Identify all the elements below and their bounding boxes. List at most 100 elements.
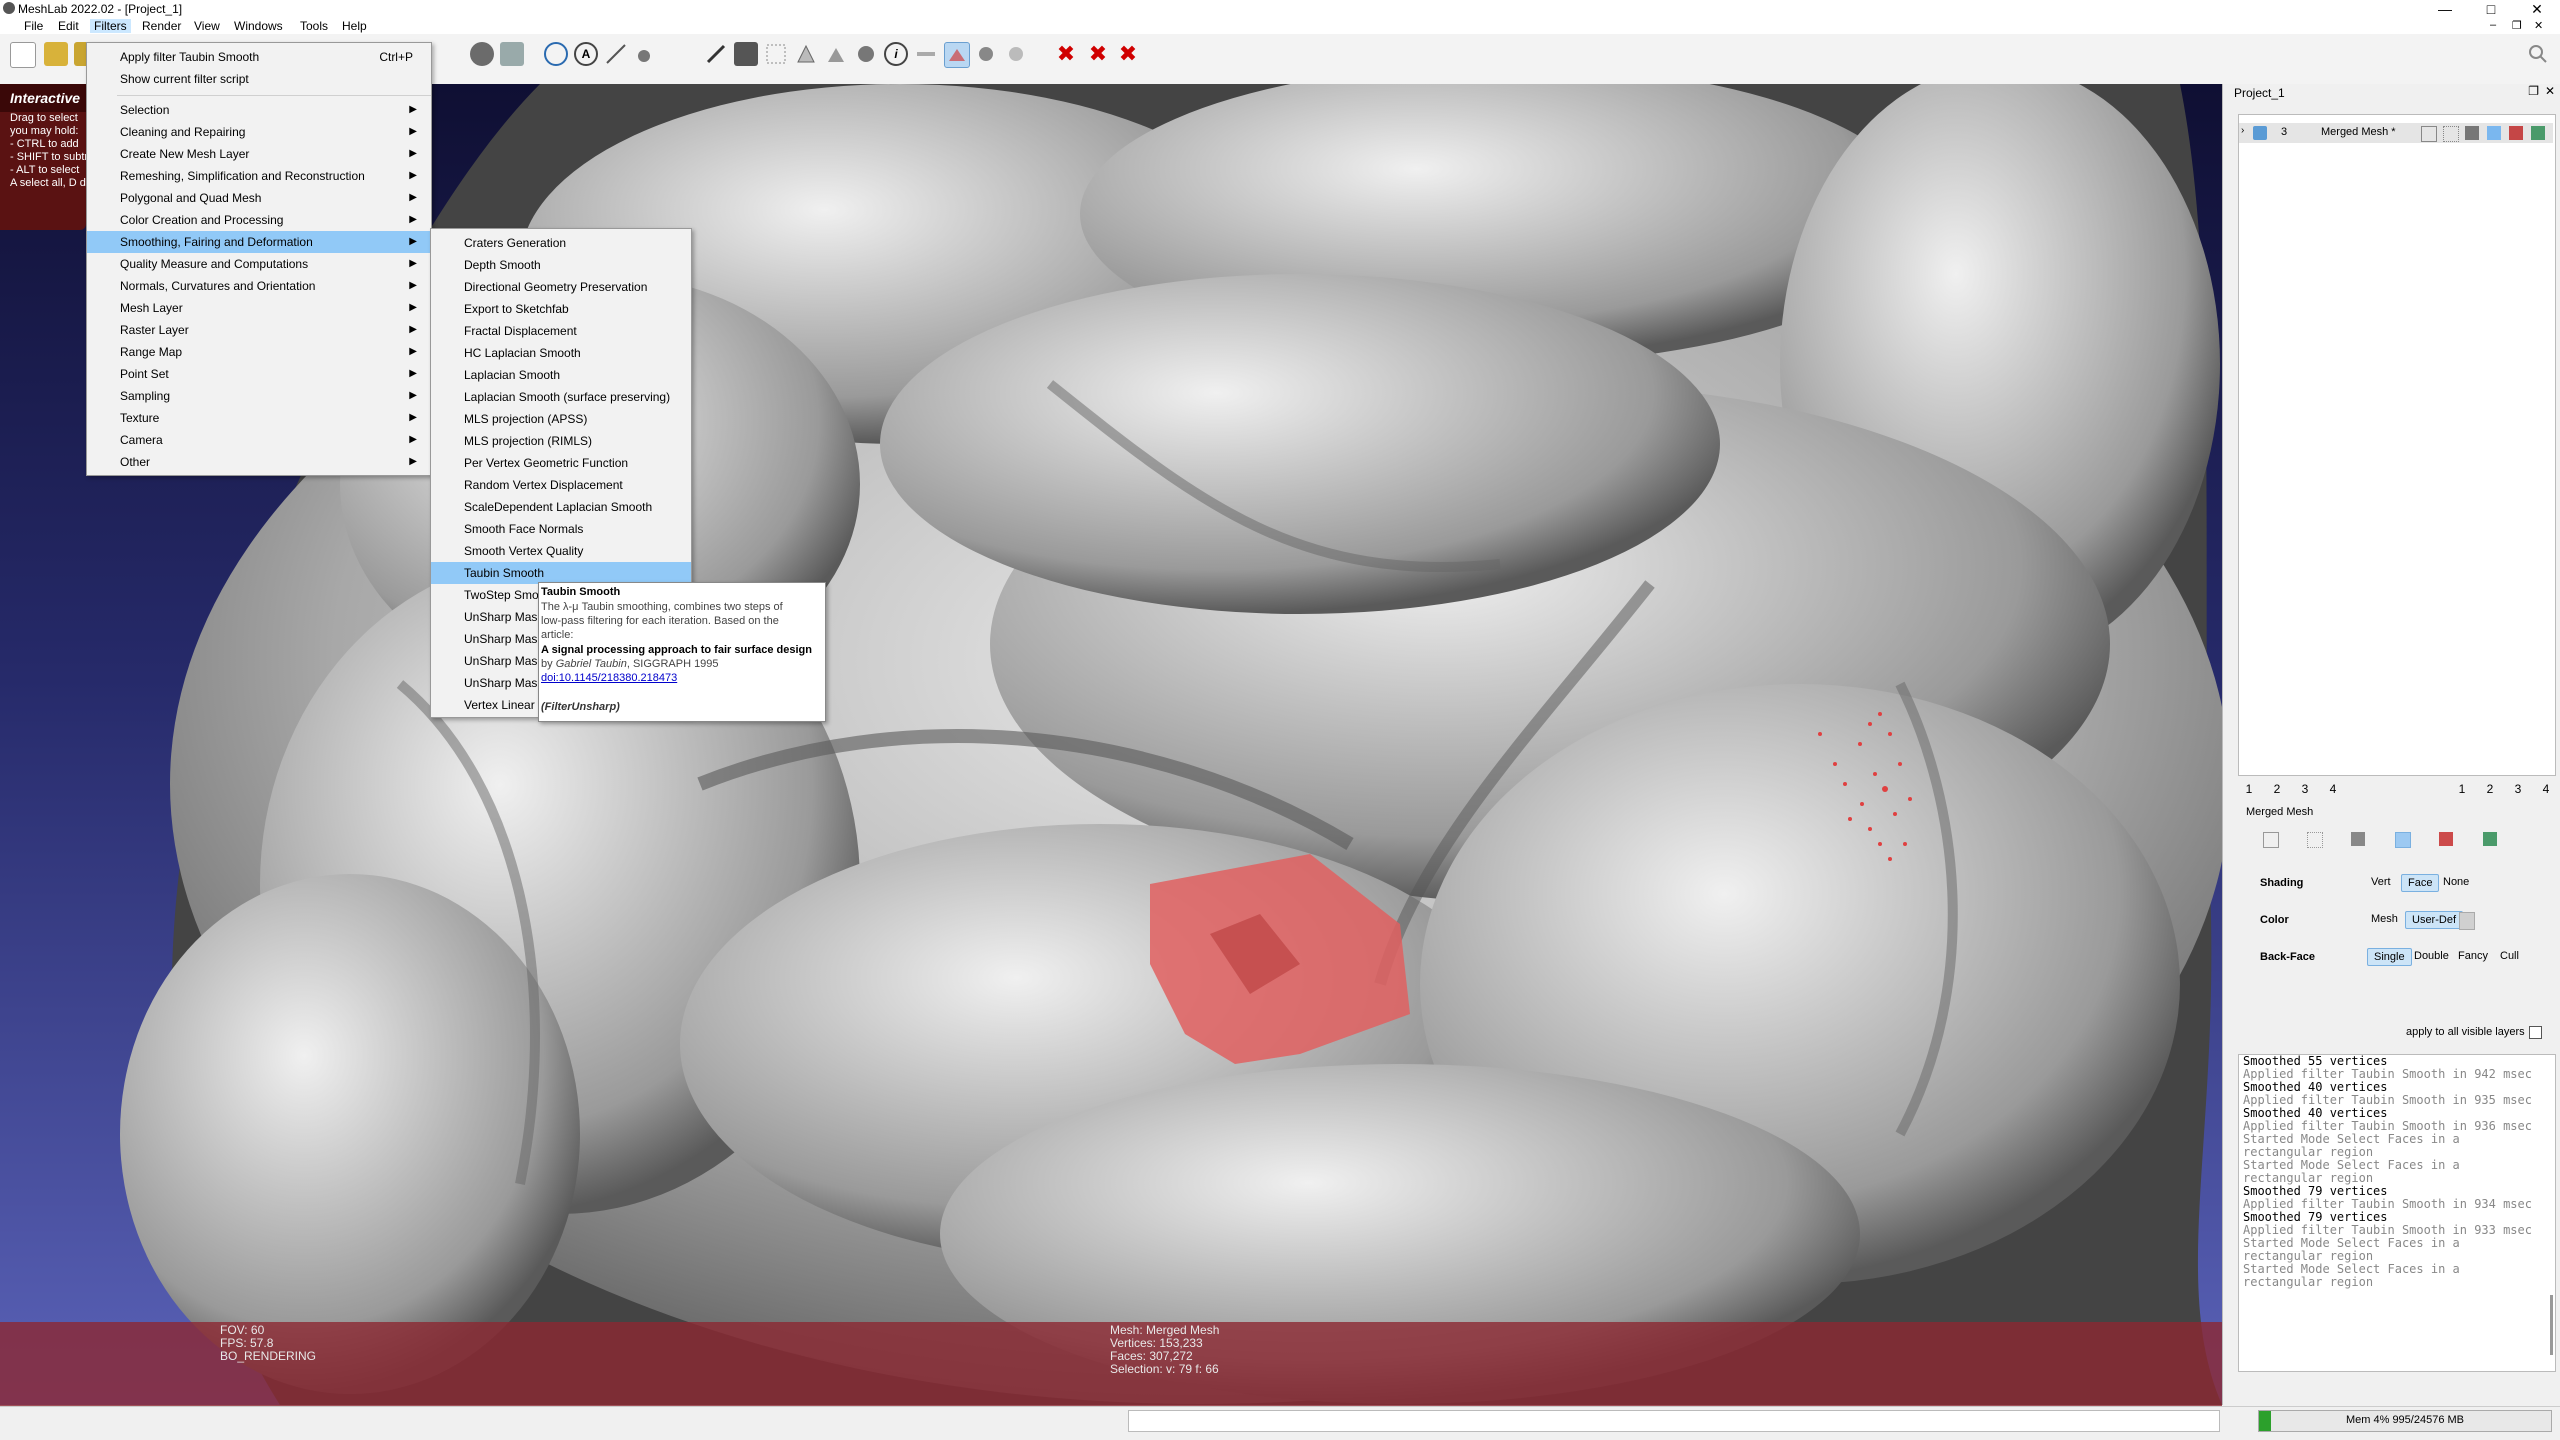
measure-icon[interactable]	[604, 42, 628, 66]
bbox-render-icon[interactable]	[2263, 832, 2279, 848]
paint-icon[interactable]	[634, 42, 658, 66]
new-project-icon[interactable]	[10, 42, 36, 68]
submenu-item[interactable]: Depth Smooth	[431, 254, 691, 276]
wireframe-icon[interactable]	[2465, 126, 2479, 140]
delete-selected-faces-icon[interactable]: ✖	[1054, 42, 1078, 66]
view-button-r2[interactable]: 2	[2479, 780, 2501, 798]
solid-icon[interactable]	[2487, 126, 2501, 140]
shading-none[interactable]: None	[2437, 874, 2475, 890]
texture-overlay-icon[interactable]	[2483, 832, 2497, 846]
inner-close-button[interactable]: ✕	[2530, 19, 2547, 32]
select-faces-rect-icon[interactable]	[944, 42, 970, 68]
select-z-painting-icon[interactable]	[1004, 42, 1028, 66]
menu-category-cleaning[interactable]: Cleaning and Repairing ▶	[87, 121, 431, 143]
open-project-icon[interactable]	[44, 42, 68, 66]
points-icon[interactable]	[2443, 126, 2459, 142]
menu-category-mesh-layer[interactable]: Mesh Layer ▶	[87, 297, 431, 319]
selection-render-icon[interactable]	[2509, 126, 2523, 140]
view-button-2[interactable]: 2	[2266, 780, 2288, 798]
menu-category-texture[interactable]: Texture ▶	[87, 407, 431, 429]
backface-single[interactable]: Single	[2367, 948, 2412, 966]
select-faces-icon[interactable]	[794, 42, 818, 66]
menu-windows[interactable]: Windows	[230, 19, 287, 33]
bbox-icon[interactable]	[2421, 126, 2437, 142]
view-button-r1[interactable]: 1	[2451, 780, 2473, 798]
texture-icon[interactable]	[734, 42, 758, 66]
shading-vert[interactable]: Vert	[2365, 874, 2397, 890]
inner-restore-button[interactable]: ❐	[2508, 19, 2526, 32]
view-button-r3[interactable]: 3	[2507, 780, 2529, 798]
pick-points-icon[interactable]	[854, 42, 878, 66]
menu-category-quality[interactable]: Quality Measure and Computations ▶	[87, 253, 431, 275]
brush-icon[interactable]	[704, 42, 728, 66]
minimize-button[interactable]: —	[2422, 0, 2468, 18]
menu-file[interactable]: File	[20, 19, 47, 33]
menu-edit[interactable]: Edit	[54, 19, 83, 33]
info-icon[interactable]: i	[884, 42, 908, 66]
submenu-item[interactable]: MLS projection (APSS)	[431, 408, 691, 430]
menu-category-other[interactable]: Other ▶	[87, 451, 431, 473]
submenu-item[interactable]: Directional Geometry Preservation	[431, 276, 691, 298]
submenu-item-taubin-smooth[interactable]: Taubin Smooth	[431, 562, 691, 584]
maximize-button[interactable]: □	[2468, 0, 2514, 18]
select-vertex-icon[interactable]	[974, 42, 998, 66]
view-button-3[interactable]: 3	[2294, 780, 2316, 798]
show-filter-script-item[interactable]: Show current filter script	[87, 68, 431, 90]
selection-overlay-icon[interactable]	[2439, 832, 2453, 846]
visibility-eye-icon[interactable]	[2253, 126, 2267, 140]
view-button-4[interactable]: 4	[2322, 780, 2344, 798]
submenu-item[interactable]: ScaleDependent Laplacian Smooth	[431, 496, 691, 518]
wire-render-icon[interactable]	[2351, 832, 2365, 846]
submenu-item[interactable]: Smooth Vertex Quality	[431, 540, 691, 562]
texture-render-icon[interactable]	[2531, 126, 2545, 140]
submenu-item[interactable]: HC Laplacian Smooth	[431, 342, 691, 364]
submenu-item[interactable]: Smooth Face Normals	[431, 518, 691, 540]
backface-fancy[interactable]: Fancy	[2452, 948, 2494, 964]
menu-category-remeshing[interactable]: Remeshing, Simplification and Reconstruc…	[87, 165, 431, 187]
align-icon[interactable]	[914, 42, 938, 66]
submenu-item[interactable]: Per Vertex Geometric Function	[431, 452, 691, 474]
menu-category-sampling[interactable]: Sampling ▶	[87, 385, 431, 407]
panel-close-icon[interactable]: ✕	[2545, 84, 2555, 98]
submenu-item[interactable]: Random Vertex Displacement	[431, 474, 691, 496]
submenu-item[interactable]: Export to Sketchfab	[431, 298, 691, 320]
close-button[interactable]: ✕	[2514, 0, 2560, 18]
backface-double[interactable]: Double	[2408, 948, 2455, 964]
menu-category-smoothing[interactable]: Smoothing, Fairing and Deformation ▶	[87, 231, 431, 253]
layer-name[interactable]: Merged Mesh *	[2321, 126, 2396, 138]
delete-selected-vertices-icon[interactable]: ✖	[1086, 42, 1110, 66]
shading-face[interactable]: Face	[2401, 874, 2440, 892]
menu-category-range-map[interactable]: Range Map ▶	[87, 341, 431, 363]
annotation-icon[interactable]: A	[574, 42, 598, 66]
search-icon[interactable]	[2526, 42, 2550, 66]
menu-category-create-mesh[interactable]: Create New Mesh Layer ▶	[87, 143, 431, 165]
menu-category-raster-layer[interactable]: Raster Layer ▶	[87, 319, 431, 341]
menu-category-polygonal[interactable]: Polygonal and Quad Mesh ▶	[87, 187, 431, 209]
submenu-item[interactable]: Laplacian Smooth (surface preserving)	[431, 386, 691, 408]
menu-category-normals[interactable]: Normals, Curvatures and Orientation ▶	[87, 275, 431, 297]
menu-category-selection[interactable]: Selection ▶	[87, 99, 431, 121]
menu-category-color[interactable]: Color Creation and Processing ▶	[87, 209, 431, 231]
menu-tools[interactable]: Tools	[296, 19, 332, 33]
panel-float-icon[interactable]: ❐	[2528, 84, 2539, 98]
submenu-item[interactable]: Laplacian Smooth	[431, 364, 691, 386]
menu-help[interactable]: Help	[338, 19, 371, 33]
delete-selected-faces-vertices-icon[interactable]: ✖	[1116, 42, 1140, 66]
globe-icon[interactable]	[544, 42, 568, 66]
menu-view[interactable]: View	[190, 19, 224, 33]
apply-filter-item[interactable]: Apply filter Taubin Smooth Ctrl+P	[87, 46, 431, 68]
inner-minimize-button[interactable]: –	[2486, 19, 2500, 31]
select-vertices-icon[interactable]	[764, 42, 788, 66]
color-user-def[interactable]: User-Def	[2405, 911, 2464, 929]
expand-arrow-icon[interactable]: ›	[2241, 125, 2244, 136]
menu-category-point-set[interactable]: Point Set ▶	[87, 363, 431, 385]
light-icon[interactable]	[500, 42, 524, 66]
render-mode-icon[interactable]	[470, 42, 494, 66]
select-connected-icon[interactable]	[824, 42, 848, 66]
menu-render[interactable]: Render	[138, 19, 185, 33]
tooltip-doi-link[interactable]: doi:10.1145/218380.218473	[541, 671, 677, 685]
fill-render-icon[interactable]	[2395, 832, 2411, 848]
backface-cull[interactable]: Cull	[2494, 948, 2525, 964]
submenu-item[interactable]: Fractal Displacement	[431, 320, 691, 342]
view-button-r4[interactable]: 4	[2535, 780, 2557, 798]
